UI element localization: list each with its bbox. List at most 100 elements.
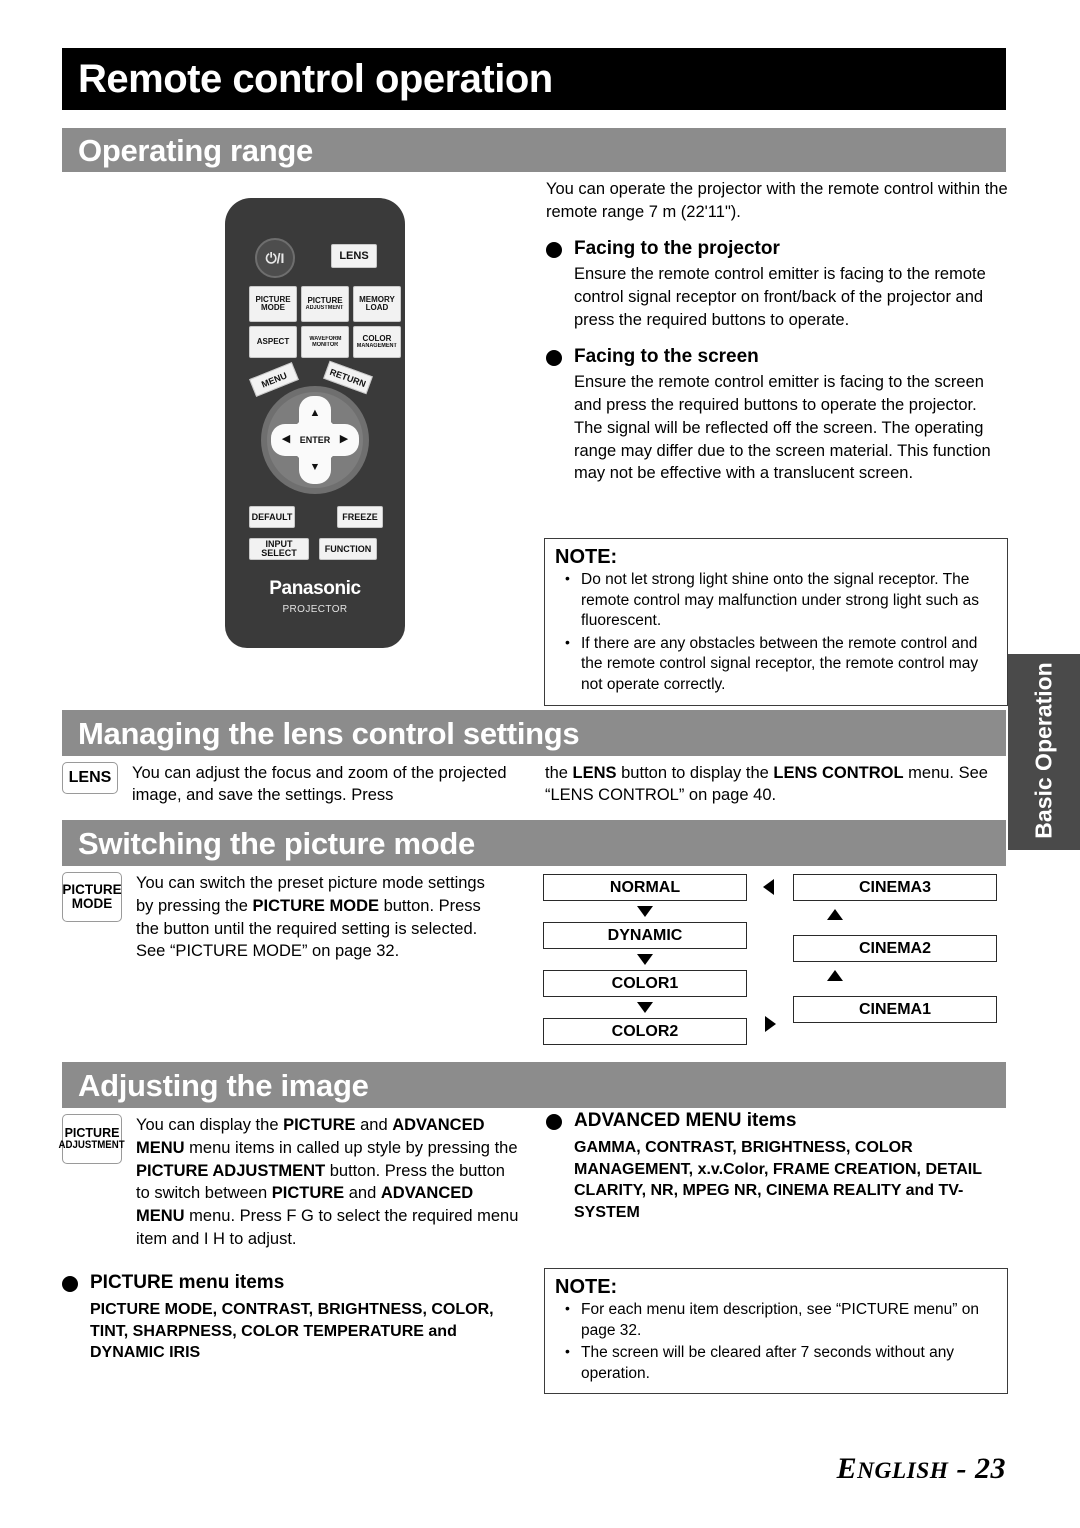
facing-screen-heading: Facing to the screen <box>574 345 759 367</box>
note-item: For each menu item description, see “PIC… <box>555 1299 997 1341</box>
picture-mode-left-column: PICTURE MODE You can switch the preset p… <box>62 872 524 963</box>
btn-line1: PICTURE <box>307 296 343 305</box>
remote-picture-adjustment-button: PICTURE ADJUSTMENT <box>301 286 349 322</box>
side-tab-basic-operation: Basic Operation <box>1008 654 1080 850</box>
flow-left-column: NORMAL DYNAMIC COLOR1 COLOR2 <box>543 874 747 1045</box>
lens-text-left: You can adjust the focus and zoom of the… <box>132 764 507 805</box>
remote-brand-logo: Panasonic <box>269 578 361 599</box>
arrow-up-icon <box>827 909 843 920</box>
btn-line2: MODE <box>261 303 285 312</box>
btn-line1: ASPECT <box>256 337 290 346</box>
flow-gap <box>793 970 997 996</box>
arrow-up-icon <box>827 970 843 981</box>
remote-memory-load-button: MEMORY LOAD <box>353 286 401 322</box>
picture-mode-text: You can switch the preset picture mode s… <box>136 874 485 961</box>
bullet-dot-icon <box>546 349 562 366</box>
flow-box: NORMAL <box>543 874 747 901</box>
picture-menu-heading-row: PICTURE menu items <box>62 1272 532 1295</box>
picture-menu-heading: PICTURE menu items <box>90 1272 285 1293</box>
section-header-lens-control: Managing the lens control settings <box>62 710 1006 756</box>
flow-gap <box>793 909 997 935</box>
facing-screen-heading-row: Facing to the screen <box>546 346 1008 369</box>
power-button-icon: ⏻/I <box>255 238 295 278</box>
arrow-down-icon <box>637 954 653 965</box>
remote-default-button: DEFAULT <box>249 506 295 528</box>
advanced-menu-items: GAMMA, CONTRAST, BRIGHTNESS, COLOR MANAG… <box>574 1138 982 1222</box>
lens-text-right: the LENS button to display the LENS CONT… <box>545 764 988 805</box>
section-title-operating-range: Operating range <box>78 132 313 168</box>
remote-dpad: ▲ ▼ ◀ ▶ ENTER <box>261 386 369 494</box>
note-box-adjusting-image: NOTE: For each menu item description, se… <box>544 1268 1008 1395</box>
lens-key-icon: LENS <box>62 762 118 794</box>
flow-box: COLOR1 <box>543 970 747 997</box>
lens-left-column: LENS You can adjust the focus and zoom o… <box>62 762 523 807</box>
remote-color-management-button: COLOR MANAGEMENT <box>353 326 401 358</box>
btn-line2: MANAGEMENT <box>356 343 398 349</box>
facing-projector-heading: Facing to the projector <box>574 237 780 259</box>
btn-line1: INPUT SELECT <box>261 539 297 558</box>
lens-key-label: LENS <box>68 768 112 786</box>
arrow-down-icon <box>637 1002 653 1013</box>
lens-control-body: LENS You can adjust the focus and zoom o… <box>62 762 1006 807</box>
note-box-operating-range: NOTE: Do not let strong light shine onto… <box>544 538 1008 706</box>
note-title: NOTE: <box>555 1276 618 1298</box>
remote-function-button: FUNCTION <box>319 538 377 560</box>
advanced-menu-heading-row: ADVANCED MENU items <box>546 1110 1008 1133</box>
remote-freeze-button: FREEZE <box>337 506 383 528</box>
flow-box: CINEMA1 <box>793 996 997 1023</box>
arrow-down-icon <box>637 906 653 917</box>
note-item: If there are any obstacles between the r… <box>555 633 997 696</box>
operating-range-intro: You can operate the projector with the r… <box>546 180 1008 221</box>
key-line2: MODE <box>71 896 113 911</box>
facing-projector-body: Ensure the remote control emitter is fac… <box>574 265 986 329</box>
remote-brand-subtitle: PROJECTOR <box>282 604 348 615</box>
lens-right-column: the LENS button to display the LENS CONT… <box>545 762 1006 807</box>
facing-projector-heading-row: Facing to the projector <box>546 238 1008 261</box>
remote-waveform-monitor-button: WAVEFORM MONITOR <box>301 326 349 358</box>
btn-line1: FUNCTION <box>324 543 372 554</box>
bullet-dot-icon <box>546 1114 562 1130</box>
section-header-adjusting-image: Adjusting the image <box>62 1062 1006 1108</box>
adjusting-image-body: PICTURE ADJUSTMENT You can display the P… <box>58 1114 532 1251</box>
remote-aspect-button: ASPECT <box>249 326 297 358</box>
arrow-right-icon <box>765 1016 776 1032</box>
section-header-picture-mode: Switching the picture mode <box>62 820 1006 866</box>
bullet-dot-icon <box>62 1276 78 1292</box>
flow-box: COLOR2 <box>543 1018 747 1045</box>
note-title: NOTE: <box>555 546 618 568</box>
section-header-operating-range: Operating range <box>62 128 1006 172</box>
remote-lens-label: LENS <box>339 249 369 262</box>
picture-mode-key-icon: PICTURE MODE <box>62 872 122 922</box>
adjusting-image-text: You can display the PICTURE and ADVANCED… <box>136 1116 519 1248</box>
remote-lens-button: LENS <box>331 244 377 268</box>
flow-box: CINEMA3 <box>793 874 997 901</box>
note-item: Do not let strong light shine onto the s… <box>555 569 997 632</box>
page-title-bar: Remote control operation <box>62 48 1006 110</box>
advanced-menu-heading: ADVANCED MENU items <box>574 1110 797 1131</box>
btn-line1: COLOR <box>362 334 392 343</box>
picture-menu-items: PICTURE MODE, CONTRAST, BRIGHTNESS, COLO… <box>90 1300 494 1362</box>
section-title-lens-control: Managing the lens control settings <box>78 715 580 751</box>
btn-line1: DEFAULT <box>251 511 293 522</box>
advanced-menu-items-block: ADVANCED MENU items GAMMA, CONTRAST, BRI… <box>546 1110 1008 1224</box>
btn-line2: ADJUSTMENT <box>306 305 344 311</box>
remote-input-select-button: INPUT SELECT <box>249 538 309 560</box>
picture-adjustment-key-icon: PICTURE ADJUSTMENT <box>58 1114 126 1164</box>
key-line2: ADJUSTMENT <box>58 1138 126 1151</box>
remote-picture-mode-button: PICTURE MODE <box>249 286 297 322</box>
facing-screen-body: Ensure the remote control emitter is fac… <box>574 373 991 483</box>
note-item: The screen will be cleared after 7 secon… <box>555 1342 997 1384</box>
remote-control-illustration: ⏻/I LENS PICTURE MODE PICTURE ADJUSTMENT… <box>225 198 405 648</box>
btn-line2: LOAD <box>365 303 389 312</box>
arrow-left-icon <box>763 879 774 895</box>
section-title-picture-mode: Switching the picture mode <box>78 825 475 861</box>
page-title: Remote control operation <box>78 57 553 101</box>
note-list: For each menu item description, see “PIC… <box>555 1299 997 1384</box>
flow-box: CINEMA2 <box>793 935 997 962</box>
section-title-adjusting-image: Adjusting the image <box>78 1067 369 1103</box>
remote-enter-button: ENTER <box>291 416 339 464</box>
bullet-dot-icon <box>546 241 562 258</box>
operating-range-text-column: You can operate the projector with the r… <box>546 178 1008 485</box>
flow-right-column: CINEMA3 CINEMA2 CINEMA1 <box>793 874 997 1023</box>
key-line1: PICTURE <box>62 881 122 897</box>
